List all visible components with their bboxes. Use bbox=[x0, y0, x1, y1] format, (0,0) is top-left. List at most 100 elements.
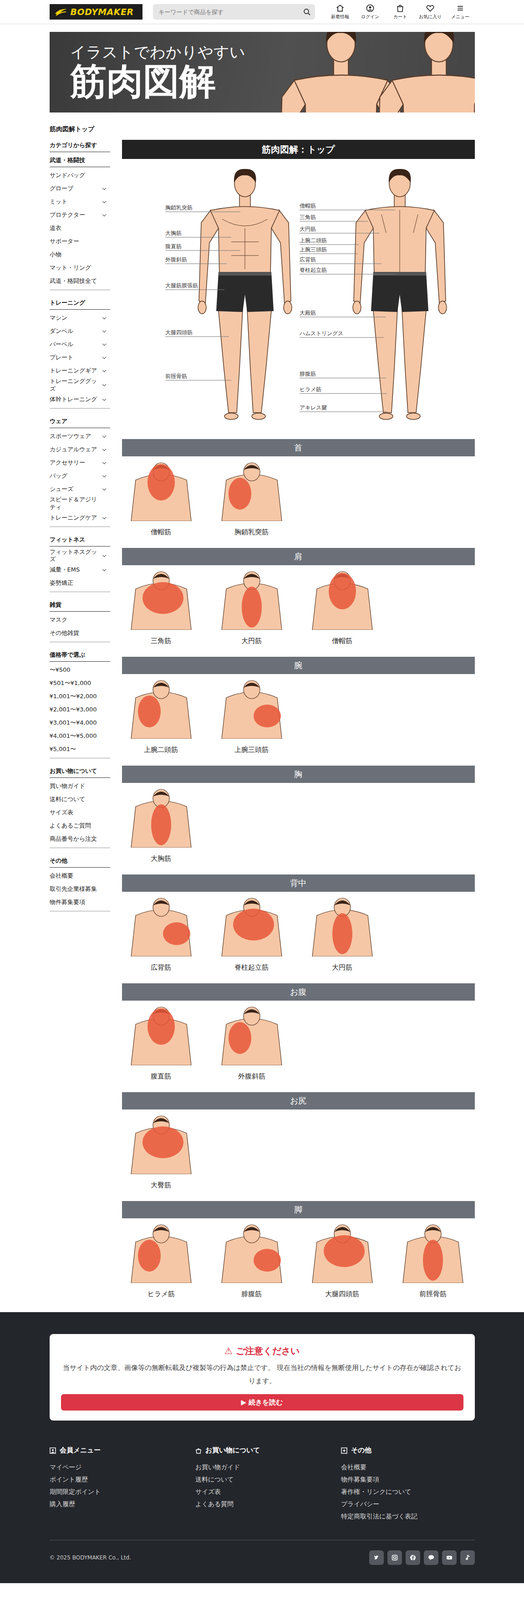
muscle-label[interactable]: 大腿筋膜張筋 bbox=[165, 281, 199, 290]
sidebar-item[interactable]: よくあるご質問 bbox=[49, 819, 111, 833]
muscle-label[interactable]: 脊柱起立筋 bbox=[299, 266, 327, 274]
muscle-label[interactable]: 上腕二頭筋 bbox=[299, 236, 327, 245]
sidebar-item[interactable]: マスク bbox=[49, 613, 111, 627]
muscle-label[interactable]: 腓腹筋 bbox=[299, 370, 316, 378]
muscle-label[interactable]: ハムストリングス bbox=[299, 329, 344, 337]
nav-item[interactable]: 新着情報 bbox=[325, 3, 355, 21]
search-input[interactable] bbox=[157, 8, 301, 16]
expand-chevron-icon[interactable] bbox=[101, 473, 106, 478]
sidebar-item[interactable]: カジュアルウェア bbox=[49, 442, 111, 457]
expand-chevron-icon[interactable] bbox=[101, 212, 106, 217]
muscle-label[interactable]: 前脛骨筋 bbox=[165, 372, 188, 380]
sidebar-item[interactable]: フィットネスグッズ bbox=[49, 548, 111, 564]
muscle-card[interactable]: 上腕三頭筋 bbox=[212, 679, 291, 756]
sidebar-item[interactable]: その他雑貨 bbox=[49, 626, 111, 640]
social-button[interactable] bbox=[369, 1549, 384, 1565]
sidebar-item[interactable]: サイズ表 bbox=[49, 805, 111, 820]
muscle-card[interactable]: 脊柱起立筋 bbox=[212, 896, 291, 974]
sidebar-item[interactable]: ¥3,001〜¥4,000 bbox=[49, 716, 111, 730]
sidebar-item[interactable]: 減量・EMS bbox=[49, 563, 111, 577]
social-button[interactable] bbox=[405, 1549, 421, 1565]
social-button[interactable] bbox=[387, 1549, 402, 1565]
expand-chevron-icon[interactable] bbox=[101, 567, 106, 571]
sidebar-item[interactable]: 〜¥500 bbox=[49, 663, 111, 677]
expand-chevron-icon[interactable] bbox=[101, 460, 106, 464]
muscle-label[interactable]: 大殿筋 bbox=[299, 309, 316, 317]
footer-link[interactable]: 送料について bbox=[195, 1472, 341, 1486]
muscle-card[interactable]: 大円筋 bbox=[303, 896, 382, 974]
sidebar-item[interactable]: シューズ bbox=[49, 482, 111, 496]
muscle-label[interactable]: 大胸筋 bbox=[165, 229, 182, 237]
expand-chevron-icon[interactable] bbox=[101, 553, 106, 557]
sidebar-item[interactable]: ¥2,001〜¥3,000 bbox=[49, 702, 111, 717]
expand-chevron-icon[interactable] bbox=[101, 382, 106, 387]
sidebar-item[interactable]: マシン bbox=[49, 311, 111, 325]
sidebar-item[interactable]: ダンベル bbox=[49, 324, 111, 338]
search-icon[interactable] bbox=[303, 8, 311, 16]
expand-chevron-icon[interactable] bbox=[101, 486, 106, 491]
sidebar-item[interactable]: 物件募集要項 bbox=[49, 895, 111, 909]
sidebar-item[interactable]: グローブ bbox=[49, 182, 111, 196]
footer-link[interactable]: プライバシー bbox=[340, 1497, 475, 1510]
muscle-label[interactable]: 広背筋 bbox=[299, 255, 316, 264]
expand-chevron-icon[interactable] bbox=[101, 186, 106, 190]
sidebar-item[interactable]: サポーター bbox=[49, 234, 111, 249]
sidebar-item[interactable]: ¥4,001〜¥5,000 bbox=[49, 729, 111, 743]
footer-link[interactable]: マイページ bbox=[49, 1460, 196, 1473]
sidebar-item[interactable]: プレート bbox=[49, 351, 111, 365]
sidebar-item[interactable]: 体幹トレーニング bbox=[49, 392, 111, 407]
muscle-label[interactable]: 腹直筋 bbox=[165, 242, 182, 250]
sidebar-item[interactable]: ¥5,001〜 bbox=[49, 742, 111, 756]
muscle-label[interactable]: アキレス腱 bbox=[299, 403, 327, 412]
muscle-label[interactable]: 胸鎖乳突筋 bbox=[165, 203, 193, 212]
nav-item[interactable]: メニュー bbox=[445, 3, 475, 21]
sidebar-item[interactable]: 姿勢矯正 bbox=[49, 576, 111, 590]
social-button[interactable] bbox=[423, 1549, 439, 1565]
muscle-card[interactable]: 外腹斜筋 bbox=[212, 1005, 291, 1083]
footer-link[interactable]: 購入履歴 bbox=[49, 1497, 196, 1510]
footer-link[interactable]: 会社概要 bbox=[340, 1460, 475, 1473]
muscle-label[interactable]: 大円筋 bbox=[299, 225, 316, 233]
nav-item[interactable]: お気に入り bbox=[415, 3, 445, 21]
muscle-label[interactable]: 外腹斜筋 bbox=[165, 255, 188, 264]
muscle-card[interactable]: 大胸筋 bbox=[122, 788, 201, 865]
read-more-button[interactable]: ▶ 続きを読む bbox=[61, 1393, 464, 1410]
expand-chevron-icon[interactable] bbox=[101, 199, 106, 204]
muscle-card[interactable]: 三角筋 bbox=[122, 570, 201, 647]
muscle-card[interactable]: 胸鎖乳突筋 bbox=[212, 461, 291, 539]
footer-link[interactable]: 物件募集要項 bbox=[340, 1472, 475, 1486]
muscle-card[interactable]: 僧帽筋 bbox=[122, 461, 201, 539]
muscle-label[interactable]: 大腿四頭筋 bbox=[165, 328, 193, 336]
muscle-card[interactable]: 広背筋 bbox=[122, 896, 201, 974]
sidebar-item[interactable]: 取引先企業様募集 bbox=[49, 882, 111, 896]
footer-link[interactable]: 特定商取引法に基づく表記 bbox=[340, 1509, 475, 1522]
expand-chevron-icon[interactable] bbox=[101, 368, 106, 372]
expand-chevron-icon[interactable] bbox=[101, 355, 106, 359]
footer-link[interactable]: よくある質問 bbox=[195, 1497, 341, 1510]
footer-link[interactable]: お買い物ガイド bbox=[195, 1460, 341, 1473]
muscle-card[interactable]: 上腕二頭筋 bbox=[122, 679, 201, 756]
muscle-card[interactable]: 腹直筋 bbox=[122, 1005, 201, 1083]
sidebar-item[interactable]: トレーニンググッズ bbox=[49, 377, 111, 393]
muscle-card[interactable]: 大腿四頭筋 bbox=[303, 1223, 382, 1300]
logo[interactable]: BODYMAKER bbox=[49, 4, 143, 20]
sidebar-item[interactable]: ¥501〜¥1,000 bbox=[49, 676, 111, 690]
sidebar-item[interactable]: バーベル bbox=[49, 337, 111, 352]
sidebar-item[interactable]: サンドバッグ bbox=[49, 168, 111, 183]
sidebar-item[interactable]: 買い物ガイド bbox=[49, 779, 111, 793]
muscle-card[interactable]: 腓腹筋 bbox=[212, 1223, 291, 1300]
sidebar-item[interactable]: ¥1,001〜¥2,000 bbox=[49, 689, 111, 703]
sidebar-item[interactable]: 送料について bbox=[49, 792, 111, 806]
expand-chevron-icon[interactable] bbox=[101, 447, 106, 451]
sidebar-item[interactable]: トレーニングケア bbox=[49, 511, 111, 525]
sidebar-item[interactable]: ミット bbox=[49, 195, 111, 209]
muscle-card[interactable]: 僧帽筋 bbox=[303, 570, 382, 647]
sidebar-item[interactable]: スポーツウェア bbox=[49, 429, 111, 443]
social-button[interactable] bbox=[460, 1549, 475, 1565]
muscle-label[interactable]: 三角筋 bbox=[299, 213, 316, 221]
muscle-label[interactable]: 上腕三頭筋 bbox=[299, 245, 327, 254]
sidebar-item[interactable]: トレーニングギア bbox=[49, 364, 111, 378]
footer-link[interactable]: ポイント履歴 bbox=[49, 1472, 196, 1486]
nav-item[interactable]: ログイン bbox=[355, 3, 385, 21]
muscle-label[interactable]: ヒラメ筋 bbox=[299, 385, 322, 393]
